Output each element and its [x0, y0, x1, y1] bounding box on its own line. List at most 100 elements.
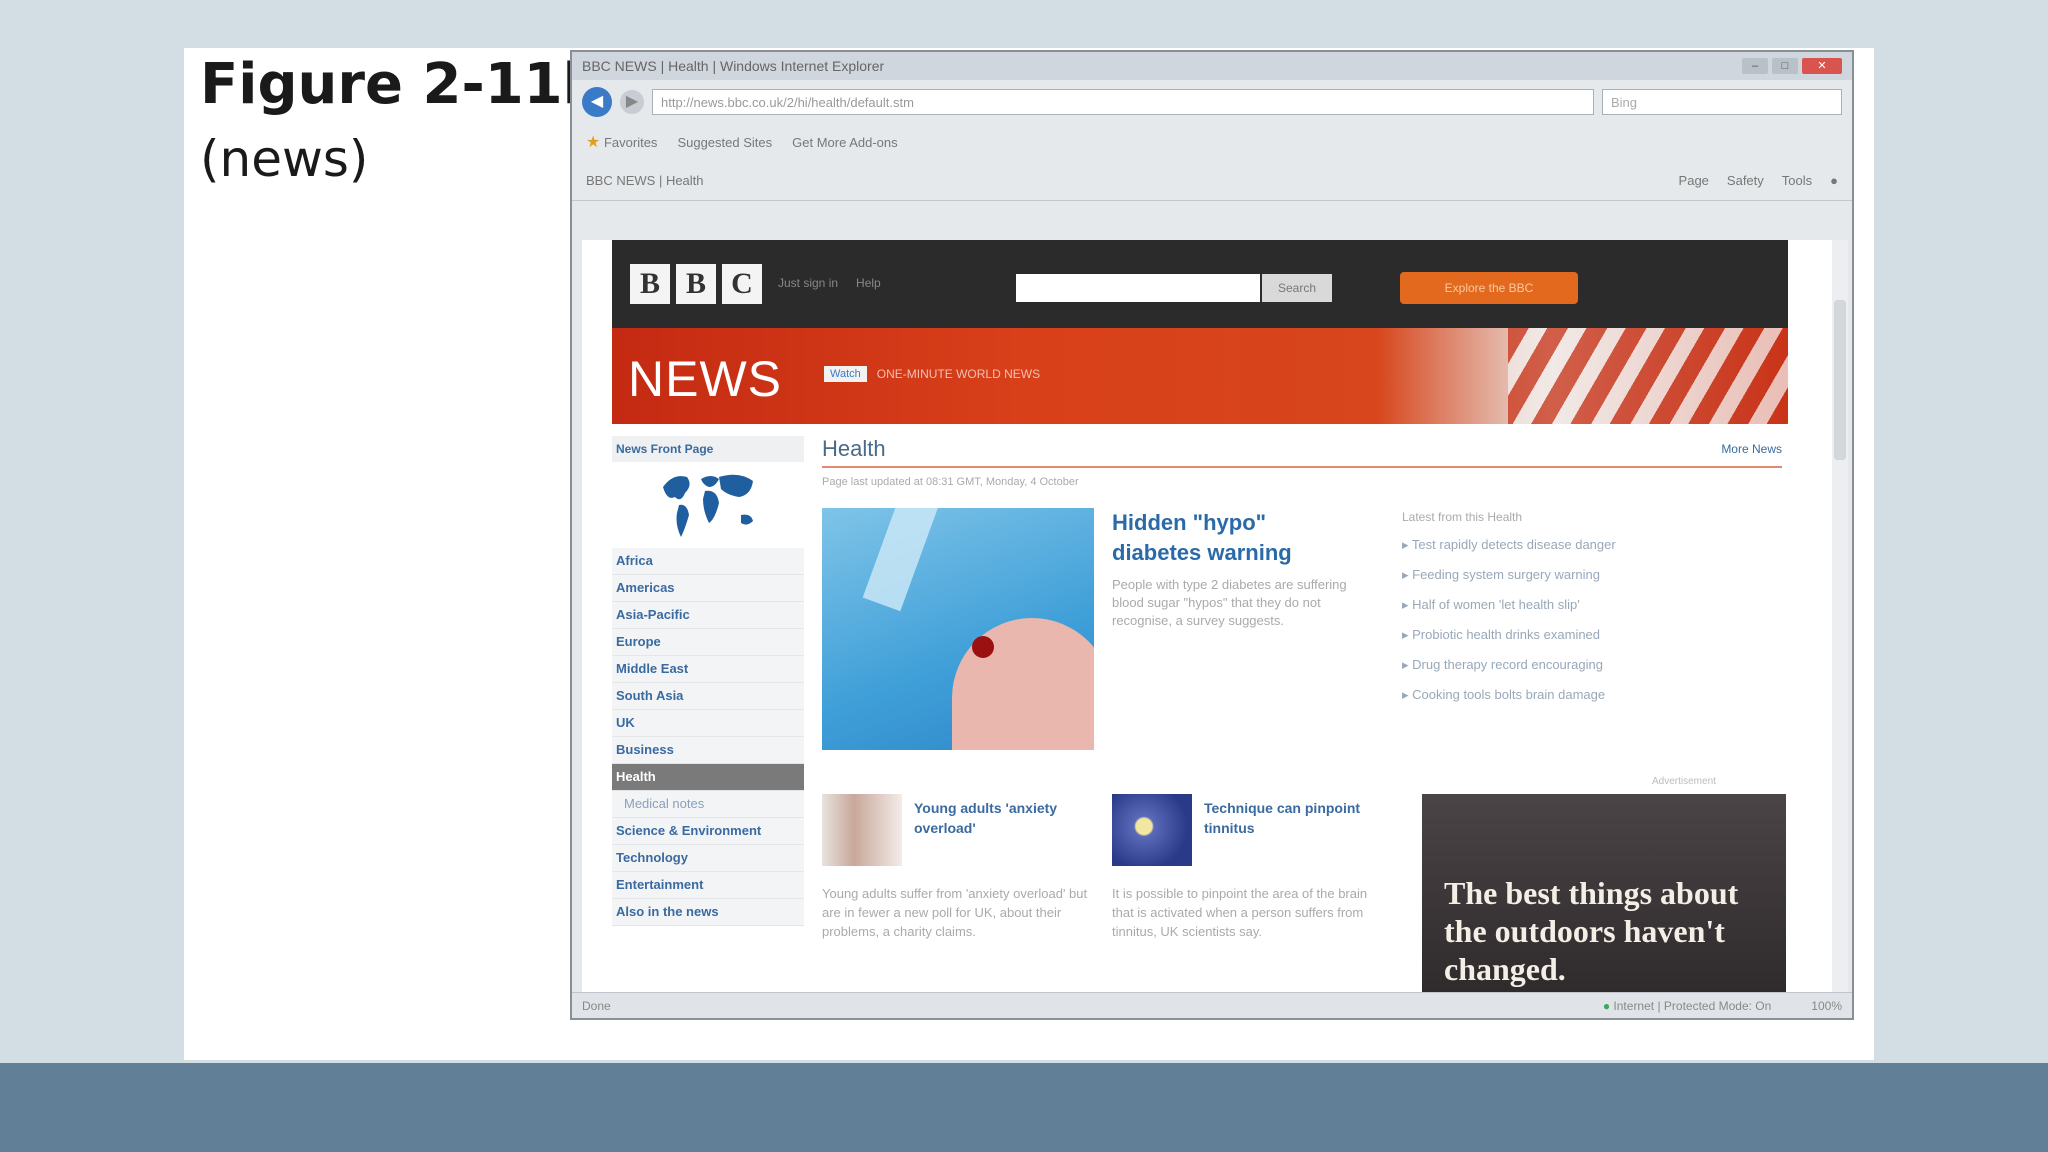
security-zone: ● Internet | Protected Mode: On — [1603, 999, 1771, 1013]
world-map-icon — [612, 462, 804, 548]
sidebar-item-asia-pacific[interactable]: Asia-Pacific — [612, 602, 804, 629]
blood-drop-graphic — [972, 636, 994, 658]
related-link-text: Drug therapy record encouraging — [1412, 657, 1603, 672]
related-link[interactable]: ▸ Cooking tools bolts brain damage — [1402, 680, 1692, 710]
status-zone: ● Internet | Protected Mode: On 100% — [1603, 999, 1842, 1013]
lead-story-image[interactable] — [822, 508, 1094, 750]
favorites-button[interactable]: ★ Favorites — [586, 132, 657, 152]
status-bar: Done ● Internet | Protected Mode: On 100… — [572, 992, 1852, 1018]
main-column: Health More News Page last updated at 08… — [822, 436, 1786, 996]
story-summary: Young adults suffer from 'anxiety overlo… — [822, 886, 1088, 939]
masthead-links: Just sign in Help — [778, 276, 881, 290]
page-content: B B C Just sign in Help Search Explore t… — [582, 240, 1832, 1008]
zoom-level[interactable]: 100% — [1811, 999, 1842, 1013]
suggested-sites-link[interactable]: Suggested Sites — [677, 135, 772, 150]
related-link[interactable]: ▸ Half of women 'let health slip' — [1402, 590, 1692, 620]
related-link[interactable]: ▸ Probiotic health drinks examined — [1402, 620, 1692, 650]
related-link-text: Test rapidly detects disease danger — [1411, 537, 1616, 552]
lead-story-headline[interactable]: Hidden "hypo" diabetes warning — [1112, 508, 1342, 568]
sidebar-item-africa[interactable]: Africa — [612, 548, 804, 575]
sidebar-item-business[interactable]: Business — [612, 737, 804, 764]
one-minute-news-label: ONE-MINUTE WORLD NEWS — [876, 367, 1041, 381]
sidebar-item-uk[interactable]: UK — [612, 710, 804, 737]
explore-button[interactable]: Explore the BBC — [1400, 272, 1578, 304]
story-thumbnail[interactable] — [1112, 794, 1192, 866]
address-bar[interactable]: http://news.bbc.co.uk/2/hi/health/defaul… — [652, 89, 1594, 115]
sidebar-heading[interactable]: News Front Page — [612, 436, 804, 462]
related-stories: Latest from this Health ▸ Test rapidly d… — [1402, 510, 1692, 710]
bbc-logo[interactable]: B B C — [630, 264, 762, 304]
page-menu[interactable]: Page — [1679, 173, 1709, 188]
sidebar-item-health[interactable]: Health — [612, 764, 804, 791]
forward-button[interactable]: ▶ — [620, 90, 644, 114]
favorites-label: Favorites — [603, 135, 658, 150]
related-heading: Latest from this Health — [1402, 510, 1523, 524]
status-text: Done — [582, 998, 611, 1013]
search-input[interactable]: Bing — [1602, 89, 1842, 115]
watch-badge: Watch — [824, 366, 867, 382]
news-banner: NEWS Watch ONE-MINUTE WORLD NEWS — [612, 328, 1788, 424]
sidebar-item-south-asia[interactable]: South Asia — [612, 683, 804, 710]
advertisement-banner[interactable]: The best things about the outdoors haven… — [1422, 794, 1786, 994]
section-title-text: Health — [822, 436, 886, 461]
story-headline[interactable]: Technique can pinpoint tinnitus — [1204, 798, 1384, 838]
star-icon: ★ — [586, 134, 601, 151]
sidebar: News Front Page Africa Americas Asia-Pac… — [612, 436, 804, 996]
help-link[interactable]: Help — [856, 276, 881, 290]
finger-graphic — [952, 618, 1094, 750]
story-headline[interactable]: Young adults 'anxiety overload' — [914, 798, 1094, 838]
sidebar-item-middle-east[interactable]: Middle East — [612, 656, 804, 683]
close-button[interactable]: ✕ — [1802, 58, 1842, 74]
figure-title: Figure 2-11b — [200, 52, 603, 117]
bbc-search-input[interactable] — [1016, 274, 1260, 302]
lead-story-summary: People with type 2 diabetes are sufferin… — [1112, 577, 1347, 628]
sidebar-item-americas[interactable]: Americas — [612, 575, 804, 602]
related-link[interactable]: ▸ Feeding system surgery warning — [1402, 560, 1692, 590]
sidebar-item-technology[interactable]: Technology — [612, 845, 804, 872]
minimize-button[interactable]: – — [1742, 58, 1768, 74]
related-link[interactable]: ▸ Drug therapy record encouraging — [1402, 650, 1692, 680]
tools-menu[interactable]: Tools — [1782, 173, 1812, 188]
story-thumbnail[interactable] — [822, 794, 902, 866]
page-timestamp: Page last updated at 08:31 GMT, Monday, … — [822, 476, 1079, 488]
browser-window: BBC NEWS | Health | Windows Internet Exp… — [570, 50, 1854, 1020]
maximize-button[interactable]: □ — [1772, 58, 1798, 74]
one-minute-news-link[interactable]: Watch ONE-MINUTE WORLD NEWS — [824, 366, 1040, 382]
bbc-search-button[interactable]: Search — [1262, 274, 1332, 302]
figure-subtitle: (news) — [200, 130, 369, 188]
related-link-text: Cooking tools bolts brain damage — [1412, 687, 1606, 702]
vertical-scrollbar[interactable] — [1832, 240, 1848, 1010]
scrollbar-thumb[interactable] — [1834, 300, 1846, 460]
logo-block: B — [630, 264, 670, 304]
sign-in-link[interactable]: Just sign in — [778, 276, 838, 290]
sidebar-item-medical-notes[interactable]: Medical notes — [612, 791, 804, 818]
help-icon[interactable]: ● — [1830, 173, 1838, 188]
section-title: Health More News — [822, 436, 1782, 468]
logo-block: C — [722, 264, 762, 304]
world-map-graphic — [663, 474, 753, 537]
related-link-text: Feeding system surgery warning — [1412, 567, 1600, 582]
related-link-text: Half of women 'let health slip' — [1412, 597, 1580, 612]
tab-bbc-health[interactable]: BBC NEWS | Health — [586, 173, 704, 188]
tab-row: BBC NEWS | Health Page Safety Tools ● — [572, 160, 1852, 201]
banner-graphic — [1508, 328, 1788, 424]
story-summary: It is possible to pinpoint the area of t… — [1112, 886, 1368, 939]
more-news-link[interactable]: More News — [1721, 442, 1782, 456]
back-button[interactable]: ◀ — [582, 87, 612, 117]
news-logo[interactable]: NEWS — [628, 350, 782, 408]
sidebar-item-science[interactable]: Science & Environment — [612, 818, 804, 845]
related-link[interactable]: ▸ Test rapidly detects disease danger — [1402, 530, 1692, 560]
sidebar-item-europe[interactable]: Europe — [612, 629, 804, 656]
command-bar: Page Safety Tools ● — [1679, 173, 1838, 188]
bbc-masthead: B B C Just sign in Help Search Explore t… — [612, 240, 1788, 328]
sidebar-item-entertainment[interactable]: Entertainment — [612, 872, 804, 899]
related-link-text: Probiotic health drinks examined — [1412, 627, 1601, 642]
window-controls: – □ ✕ — [1742, 58, 1842, 74]
get-addons-link[interactable]: Get More Add-ons — [792, 135, 898, 150]
test-strip-graphic — [862, 508, 942, 612]
safety-menu[interactable]: Safety — [1727, 173, 1764, 188]
sidebar-item-also-in-news[interactable]: Also in the news — [612, 899, 804, 926]
security-zone-text: Internet | Protected Mode: On — [1613, 998, 1772, 1013]
advertisement-text: The best things about the outdoors haven… — [1444, 875, 1739, 987]
logo-block: B — [676, 264, 716, 304]
